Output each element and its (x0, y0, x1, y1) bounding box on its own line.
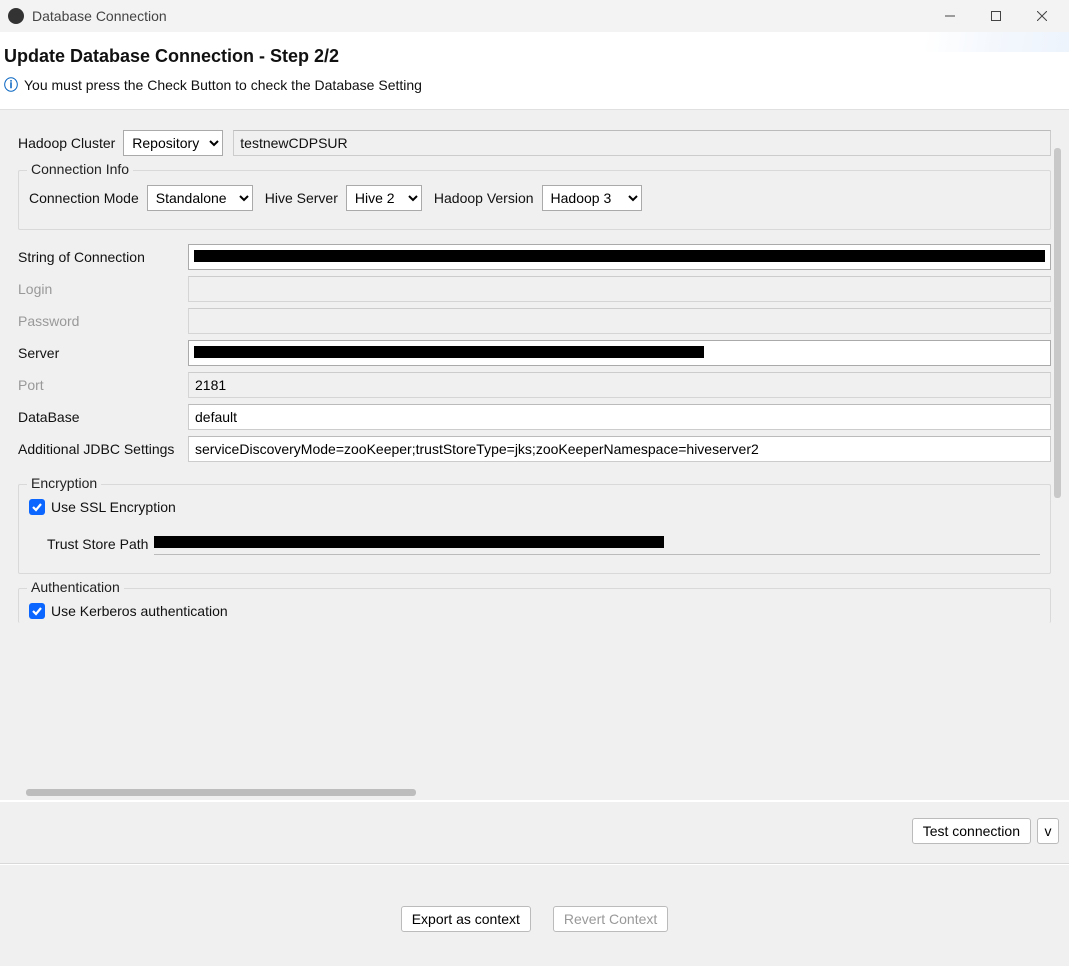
database-label: DataBase (18, 409, 188, 425)
string-of-connection-label: String of Connection (18, 249, 188, 265)
wizard-bottom-bar: Export as context Revert Context (0, 864, 1069, 966)
horizontal-scrollbar[interactable] (26, 789, 416, 796)
connection-mode-select[interactable]: Standalone (147, 185, 253, 211)
hadoop-cluster-name-field: testnewCDPSUR (233, 130, 1051, 156)
redacted-content (194, 346, 704, 358)
hadoop-cluster-row: Hadoop Cluster Repository testnewCDPSUR (18, 130, 1051, 156)
export-as-context-button[interactable]: Export as context (401, 906, 531, 932)
info-icon: ⓘ (4, 75, 18, 95)
hadoop-cluster-mode-select[interactable]: Repository (123, 130, 223, 156)
hadoop-version-select[interactable]: Hadoop 3 (542, 185, 642, 211)
encryption-group: Encryption Use SSL Encryption Trust Stor… (18, 484, 1051, 574)
window-close-button[interactable] (1019, 0, 1065, 32)
trust-store-path-label: Trust Store Path (47, 536, 148, 552)
port-label: Port (18, 377, 188, 393)
hadoop-cluster-label: Hadoop Cluster (18, 135, 115, 151)
vertical-scrollbar[interactable] (1054, 148, 1061, 498)
password-input (188, 308, 1051, 334)
connection-info-group: Connection Info Connection Mode Standalo… (18, 170, 1051, 230)
kerberos-auth-label: Use Kerberos authentication (51, 603, 228, 619)
password-label: Password (18, 313, 188, 329)
test-connection-button[interactable]: Test connection (912, 818, 1031, 844)
window-maximize-button[interactable] (973, 0, 1019, 32)
encryption-legend: Encryption (27, 475, 101, 491)
login-input (188, 276, 1051, 302)
form-scroll-area: Hadoop Cluster Repository testnewCDPSUR … (0, 110, 1069, 802)
server-label: Server (18, 345, 188, 361)
ssl-encryption-label: Use SSL Encryption (51, 499, 176, 515)
ssl-encryption-checkbox[interactable] (29, 499, 45, 515)
wizard-header: Update Database Connection - Step 2/2 ⓘ … (0, 32, 1069, 110)
window-title: Database Connection (32, 8, 167, 24)
authentication-group: Authentication Use Kerberos authenticati… (18, 588, 1051, 623)
hadoop-version-label: Hadoop Version (434, 190, 534, 206)
redacted-content (154, 536, 664, 548)
window-titlebar: Database Connection (0, 0, 1069, 32)
test-connection-dropdown-button[interactable]: v (1037, 818, 1059, 844)
login-label: Login (18, 281, 188, 297)
port-input (188, 372, 1051, 398)
info-message: You must press the Check Button to check… (24, 77, 422, 93)
kerberos-auth-checkbox[interactable] (29, 603, 45, 619)
trust-store-path-input[interactable] (154, 533, 1040, 555)
database-input[interactable] (188, 404, 1051, 430)
authentication-legend: Authentication (27, 579, 124, 595)
hadoop-cluster-name-text: testnewCDPSUR (240, 135, 347, 151)
test-connection-bar: Test connection v (0, 802, 1069, 864)
connection-mode-label: Connection Mode (29, 190, 139, 206)
header-decoration (889, 32, 1069, 52)
window-minimize-button[interactable] (927, 0, 973, 32)
redacted-content (194, 250, 1045, 262)
revert-context-button: Revert Context (553, 906, 668, 932)
additional-jdbc-input[interactable] (188, 436, 1051, 462)
app-icon (8, 8, 24, 24)
hive-server-label: Hive Server (265, 190, 338, 206)
hive-server-select[interactable]: Hive 2 (346, 185, 422, 211)
additional-jdbc-label: Additional JDBC Settings (18, 441, 188, 457)
connection-info-legend: Connection Info (27, 161, 133, 177)
